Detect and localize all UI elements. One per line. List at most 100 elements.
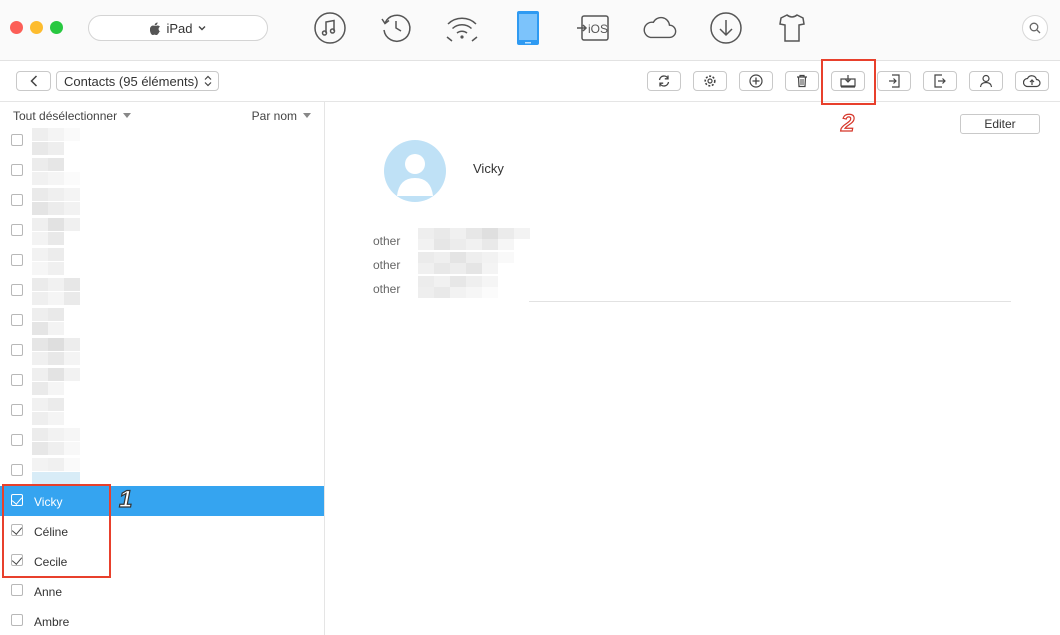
person-silhouette-icon bbox=[397, 154, 433, 196]
row-checkbox[interactable] bbox=[11, 134, 23, 146]
redacted-name bbox=[32, 248, 64, 275]
row-checkbox[interactable] bbox=[11, 284, 23, 296]
list-header: Tout désélectionner Par nom bbox=[0, 102, 324, 128]
upload-cloud-icon bbox=[1023, 75, 1041, 88]
list-item[interactable] bbox=[0, 366, 324, 396]
search-button[interactable] bbox=[1022, 15, 1048, 41]
sort-selector[interactable]: Par nom bbox=[252, 109, 311, 123]
download-icon[interactable] bbox=[708, 10, 744, 46]
back-button[interactable] bbox=[16, 71, 51, 91]
redacted-name bbox=[32, 158, 80, 185]
redacted-name bbox=[32, 188, 80, 215]
history-icon[interactable] bbox=[378, 10, 414, 46]
avatar bbox=[384, 140, 446, 202]
list-item[interactable] bbox=[0, 456, 324, 486]
updown-chevron-icon bbox=[204, 75, 212, 87]
list-item[interactable] bbox=[0, 126, 324, 156]
delete-button[interactable] bbox=[785, 71, 819, 91]
row-checkbox[interactable] bbox=[11, 194, 23, 206]
category-select[interactable]: Contacts (95 éléments) bbox=[56, 71, 219, 91]
minimize-window-button[interactable] bbox=[30, 21, 43, 34]
zoom-window-button[interactable] bbox=[50, 21, 63, 34]
list-item[interactable] bbox=[0, 276, 324, 306]
contact-name: Anne bbox=[34, 585, 63, 599]
row-checkbox[interactable] bbox=[11, 434, 23, 446]
list-item[interactable] bbox=[0, 426, 324, 456]
settings-icon bbox=[704, 75, 716, 87]
search-icon bbox=[1029, 22, 1041, 34]
row-checkbox[interactable] bbox=[11, 344, 23, 356]
title-bar: iPad iOS bbox=[0, 0, 1060, 61]
wifi-icon[interactable] bbox=[444, 10, 480, 46]
settings-button[interactable] bbox=[693, 71, 727, 91]
redacted-field-value bbox=[418, 287, 498, 309]
sort-label: Par nom bbox=[251, 109, 297, 123]
annotation-box-1 bbox=[2, 484, 111, 578]
redacted-name bbox=[32, 398, 64, 425]
device-icon[interactable] bbox=[510, 10, 546, 46]
close-window-button[interactable] bbox=[10, 21, 23, 34]
list-item[interactable] bbox=[0, 216, 324, 246]
row-checkbox[interactable] bbox=[11, 224, 23, 236]
select-all-label: Tout désélectionner bbox=[13, 109, 118, 123]
upload-cloud-button[interactable] bbox=[1015, 71, 1049, 91]
export-button[interactable] bbox=[923, 71, 957, 91]
row-checkbox[interactable] bbox=[11, 314, 23, 326]
row-checkbox[interactable] bbox=[11, 464, 23, 476]
row-checkbox[interactable] bbox=[11, 164, 23, 176]
music-icon[interactable] bbox=[312, 10, 348, 46]
row-checkbox[interactable] bbox=[11, 404, 23, 416]
device-selector[interactable]: iPad bbox=[88, 15, 268, 41]
list-item[interactable] bbox=[0, 396, 324, 426]
annotation-number-1: 1 bbox=[118, 485, 133, 513]
contact-icon bbox=[979, 74, 993, 88]
add-button[interactable] bbox=[739, 71, 773, 91]
redacted-name bbox=[32, 428, 80, 455]
ios-transfer-icon[interactable]: iOS bbox=[576, 10, 612, 46]
redacted-name bbox=[32, 308, 64, 335]
field-label: other bbox=[373, 234, 401, 248]
redacted-name bbox=[32, 338, 80, 365]
ios-label: iOS bbox=[588, 22, 608, 36]
list-item[interactable] bbox=[0, 246, 324, 276]
redacted-name bbox=[32, 128, 80, 155]
select-all-toggle[interactable]: Tout désélectionner bbox=[13, 109, 132, 123]
list-item-anne[interactable]: Anne bbox=[0, 576, 324, 606]
contact-detail-name: Vicky bbox=[473, 161, 504, 176]
redacted-name bbox=[32, 458, 80, 485]
caret-down-icon bbox=[303, 113, 311, 118]
delete-icon bbox=[797, 74, 807, 88]
refresh-icon bbox=[658, 75, 670, 87]
import-icon bbox=[889, 74, 900, 88]
contact-detail: Editer Vicky other other other bbox=[325, 102, 1060, 635]
refresh-button[interactable] bbox=[647, 71, 681, 91]
list-item[interactable] bbox=[0, 336, 324, 366]
caret-down-icon bbox=[123, 113, 132, 118]
chevron-left-icon bbox=[29, 75, 37, 87]
field-label: other bbox=[373, 282, 401, 296]
field-label: other bbox=[373, 258, 401, 272]
cloud-icon[interactable] bbox=[642, 10, 678, 46]
contact-name: Ambre bbox=[34, 615, 70, 629]
list-item-ambre[interactable]: Ambre bbox=[0, 606, 324, 635]
list-item[interactable] bbox=[0, 186, 324, 216]
annotation-number-2: 2 bbox=[840, 109, 855, 137]
row-checkbox[interactable] bbox=[11, 614, 23, 626]
redacted-name bbox=[32, 218, 80, 245]
row-checkbox[interactable] bbox=[11, 584, 23, 596]
row-checkbox[interactable] bbox=[11, 254, 23, 266]
row-checkbox[interactable] bbox=[11, 374, 23, 386]
list-item[interactable] bbox=[0, 156, 324, 186]
export-icon bbox=[934, 74, 946, 88]
add-icon bbox=[749, 74, 763, 88]
toolbar: Contacts (95 éléments) bbox=[0, 61, 1060, 102]
apple-icon bbox=[150, 22, 161, 35]
redacted-name bbox=[32, 368, 80, 395]
tshirt-icon[interactable] bbox=[774, 10, 810, 46]
list-item[interactable] bbox=[0, 306, 324, 336]
edit-button[interactable]: Editer bbox=[960, 114, 1040, 134]
annotation-box-2 bbox=[821, 59, 876, 105]
import-button[interactable] bbox=[877, 71, 911, 91]
redacted-name bbox=[32, 278, 80, 305]
contact-button[interactable] bbox=[969, 71, 1003, 91]
